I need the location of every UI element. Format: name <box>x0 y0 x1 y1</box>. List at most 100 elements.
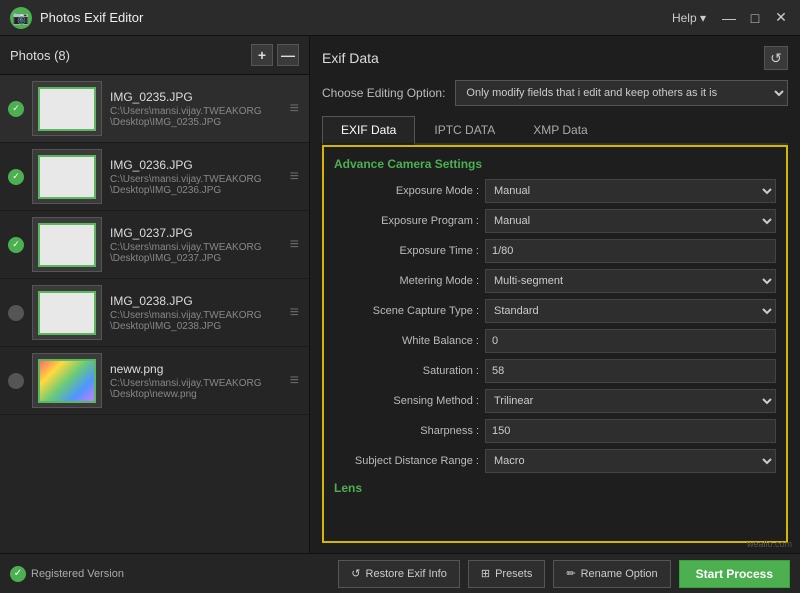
left-panel: Photos (8) + — ✓ IMG_0235.JPG C:\Users\m… <box>0 36 310 553</box>
photo-menu-icon[interactable]: ≡ <box>288 372 301 390</box>
photo-path: C:\Users\mansi.vijay.TWEAKORG\Desktop\IM… <box>110 310 280 332</box>
titlebar: 📷 Photos Exif Editor Help ▾ — □ ✕ <box>0 0 800 36</box>
field-label: Metering Mode : <box>334 275 479 287</box>
presets-icon: ⊞ <box>481 567 490 580</box>
field-row: Exposure Time : <box>334 239 776 263</box>
field-label: Exposure Mode : <box>334 185 479 197</box>
photo-name: IMG_0235.JPG <box>110 90 280 104</box>
app-title: Photos Exif Editor <box>40 10 666 25</box>
start-label: Start Process <box>696 567 773 581</box>
remove-photo-button[interactable]: — <box>277 44 299 66</box>
field-input[interactable] <box>485 359 776 383</box>
fields-container: Exposure Mode : ManualAutoAuto bracket Exp… <box>334 179 776 473</box>
photo-thumbnail <box>32 285 102 340</box>
photo-item[interactable]: ✓ IMG_0236.JPG C:\Users\mansi.vijay.TWEA… <box>0 143 309 211</box>
help-button[interactable]: Help ▾ <box>666 9 712 27</box>
field-row: Exposure Program :ManualNormalAperture p… <box>334 209 776 233</box>
photo-menu-icon[interactable]: ≡ <box>288 168 301 186</box>
photo-info: neww.png C:\Users\mansi.vijay.TWEAKORG\D… <box>110 362 280 400</box>
presets-label: Presets <box>495 568 532 580</box>
rename-option-button[interactable]: ✏ Rename Option <box>553 560 670 588</box>
tab-xmp-data[interactable]: XMP Data <box>514 116 606 145</box>
lens-title: Lens <box>334 481 776 495</box>
photo-checkbox[interactable] <box>8 373 24 389</box>
photo-item[interactable]: ✓ IMG_0237.JPG C:\Users\mansi.vijay.TWEA… <box>0 211 309 279</box>
photo-path: C:\Users\mansi.vijay.TWEAKORG\Desktop\IM… <box>110 242 280 264</box>
editing-option-label: Choose Editing Option: <box>322 86 445 100</box>
photos-header: Photos (8) + — <box>0 36 309 75</box>
watermark: weallo.com <box>747 539 792 549</box>
photo-thumbnail <box>32 217 102 272</box>
settings-box: Advance Camera Settings Exposure Mode : M… <box>322 145 788 543</box>
field-select[interactable]: StandardLandscapePortraitNight scene <box>485 299 776 323</box>
field-select[interactable]: ManualAutoAuto bracket <box>485 179 776 203</box>
presets-button[interactable]: ⊞ Presets <box>468 560 546 588</box>
photo-thumbnail <box>32 81 102 136</box>
minimize-button[interactable]: — <box>720 9 738 27</box>
photo-menu-icon[interactable]: ≡ <box>288 100 301 118</box>
editing-option-select[interactable]: Only modify fields that i edit and keep … <box>455 80 788 106</box>
field-input[interactable] <box>485 239 776 263</box>
field-row: Metering Mode : Multi-segmentCenter-weigh… <box>334 269 776 293</box>
field-input[interactable] <box>485 329 776 353</box>
photo-item[interactable]: ✓ IMG_0235.JPG C:\Users\mansi.vijay.TWEA… <box>0 75 309 143</box>
field-label: Exposure Time : <box>334 245 479 257</box>
main-area: Photos (8) + — ✓ IMG_0235.JPG C:\Users\m… <box>0 36 800 553</box>
field-row: Saturation : <box>334 359 776 383</box>
photo-checkbox[interactable]: ✓ <box>8 237 24 253</box>
restore-icon: ↺ <box>351 567 360 580</box>
exif-header: Exif Data ↺ <box>322 46 788 70</box>
data-tabs: EXIF Data IPTC DATA XMP Data <box>322 116 788 145</box>
photo-name: IMG_0238.JPG <box>110 294 280 308</box>
photos-count-label: Photos (8) <box>10 48 70 63</box>
maximize-button[interactable]: □ <box>746 9 764 27</box>
photo-thumbnail <box>32 353 102 408</box>
photo-checkbox[interactable] <box>8 305 24 321</box>
field-select[interactable]: Multi-segmentCenter-weightedSpot <box>485 269 776 293</box>
field-input[interactable] <box>485 419 776 443</box>
photo-info: IMG_0237.JPG C:\Users\mansi.vijay.TWEAKO… <box>110 226 280 264</box>
photo-checkbox[interactable]: ✓ <box>8 101 24 117</box>
photo-checkbox[interactable]: ✓ <box>8 169 24 185</box>
field-label: Saturation : <box>334 365 479 377</box>
photo-path: C:\Users\mansi.vijay.TWEAKORG\Desktop\ne… <box>110 378 280 400</box>
restore-exif-button[interactable]: ↺ Restore Exif Info <box>338 560 460 588</box>
refresh-button[interactable]: ↺ <box>764 46 788 70</box>
tab-iptc-data[interactable]: IPTC DATA <box>415 116 514 145</box>
photo-path: C:\Users\mansi.vijay.TWEAKORG\Desktop\IM… <box>110 174 280 196</box>
photo-name: IMG_0236.JPG <box>110 158 280 172</box>
registered-badge: ✓ Registered Version <box>10 566 124 582</box>
field-select[interactable]: ManualNormalAperture priorityShutter pri… <box>485 209 776 233</box>
photo-list: ✓ IMG_0235.JPG C:\Users\mansi.vijay.TWEA… <box>0 75 309 553</box>
field-select[interactable]: TrilinearOne-chip color areaTwo-chip col… <box>485 389 776 413</box>
field-label: Subject Distance Range : <box>334 455 479 467</box>
start-process-button[interactable]: Start Process <box>679 560 790 588</box>
add-photo-button[interactable]: + <box>251 44 273 66</box>
registered-icon: ✓ <box>10 566 26 582</box>
registered-label: Registered Version <box>31 568 124 580</box>
window-controls: Help ▾ — □ ✕ <box>666 9 790 27</box>
field-row: Sharpness : <box>334 419 776 443</box>
field-row: White Balance : <box>334 329 776 353</box>
field-select[interactable]: MacroClose viewDistant view <box>485 449 776 473</box>
photo-name: IMG_0237.JPG <box>110 226 280 240</box>
restore-label: Restore Exif Info <box>366 568 447 580</box>
rename-label: Rename Option <box>581 568 658 580</box>
photos-controls: + — <box>251 44 299 66</box>
field-row: Subject Distance Range : MacroClose viewD… <box>334 449 776 473</box>
tab-exif-data[interactable]: EXIF Data <box>322 116 415 145</box>
right-panel: Exif Data ↺ Choose Editing Option: Only … <box>310 36 800 553</box>
app-icon: 📷 <box>10 7 32 29</box>
exif-title: Exif Data <box>322 50 379 66</box>
photo-item[interactable]: neww.png C:\Users\mansi.vijay.TWEAKORG\D… <box>0 347 309 415</box>
photo-menu-icon[interactable]: ≡ <box>288 304 301 322</box>
field-row: Sensing Method :TrilinearOne-chip color … <box>334 389 776 413</box>
field-label: Sharpness : <box>334 425 479 437</box>
photo-item[interactable]: IMG_0238.JPG C:\Users\mansi.vijay.TWEAKO… <box>0 279 309 347</box>
photo-menu-icon[interactable]: ≡ <box>288 236 301 254</box>
bottom-bar: ✓ Registered Version ↺ Restore Exif Info… <box>0 553 800 593</box>
field-label: White Balance : <box>334 335 479 347</box>
close-button[interactable]: ✕ <box>772 9 790 27</box>
photo-thumbnail <box>32 149 102 204</box>
advance-camera-settings-title: Advance Camera Settings <box>334 157 776 171</box>
